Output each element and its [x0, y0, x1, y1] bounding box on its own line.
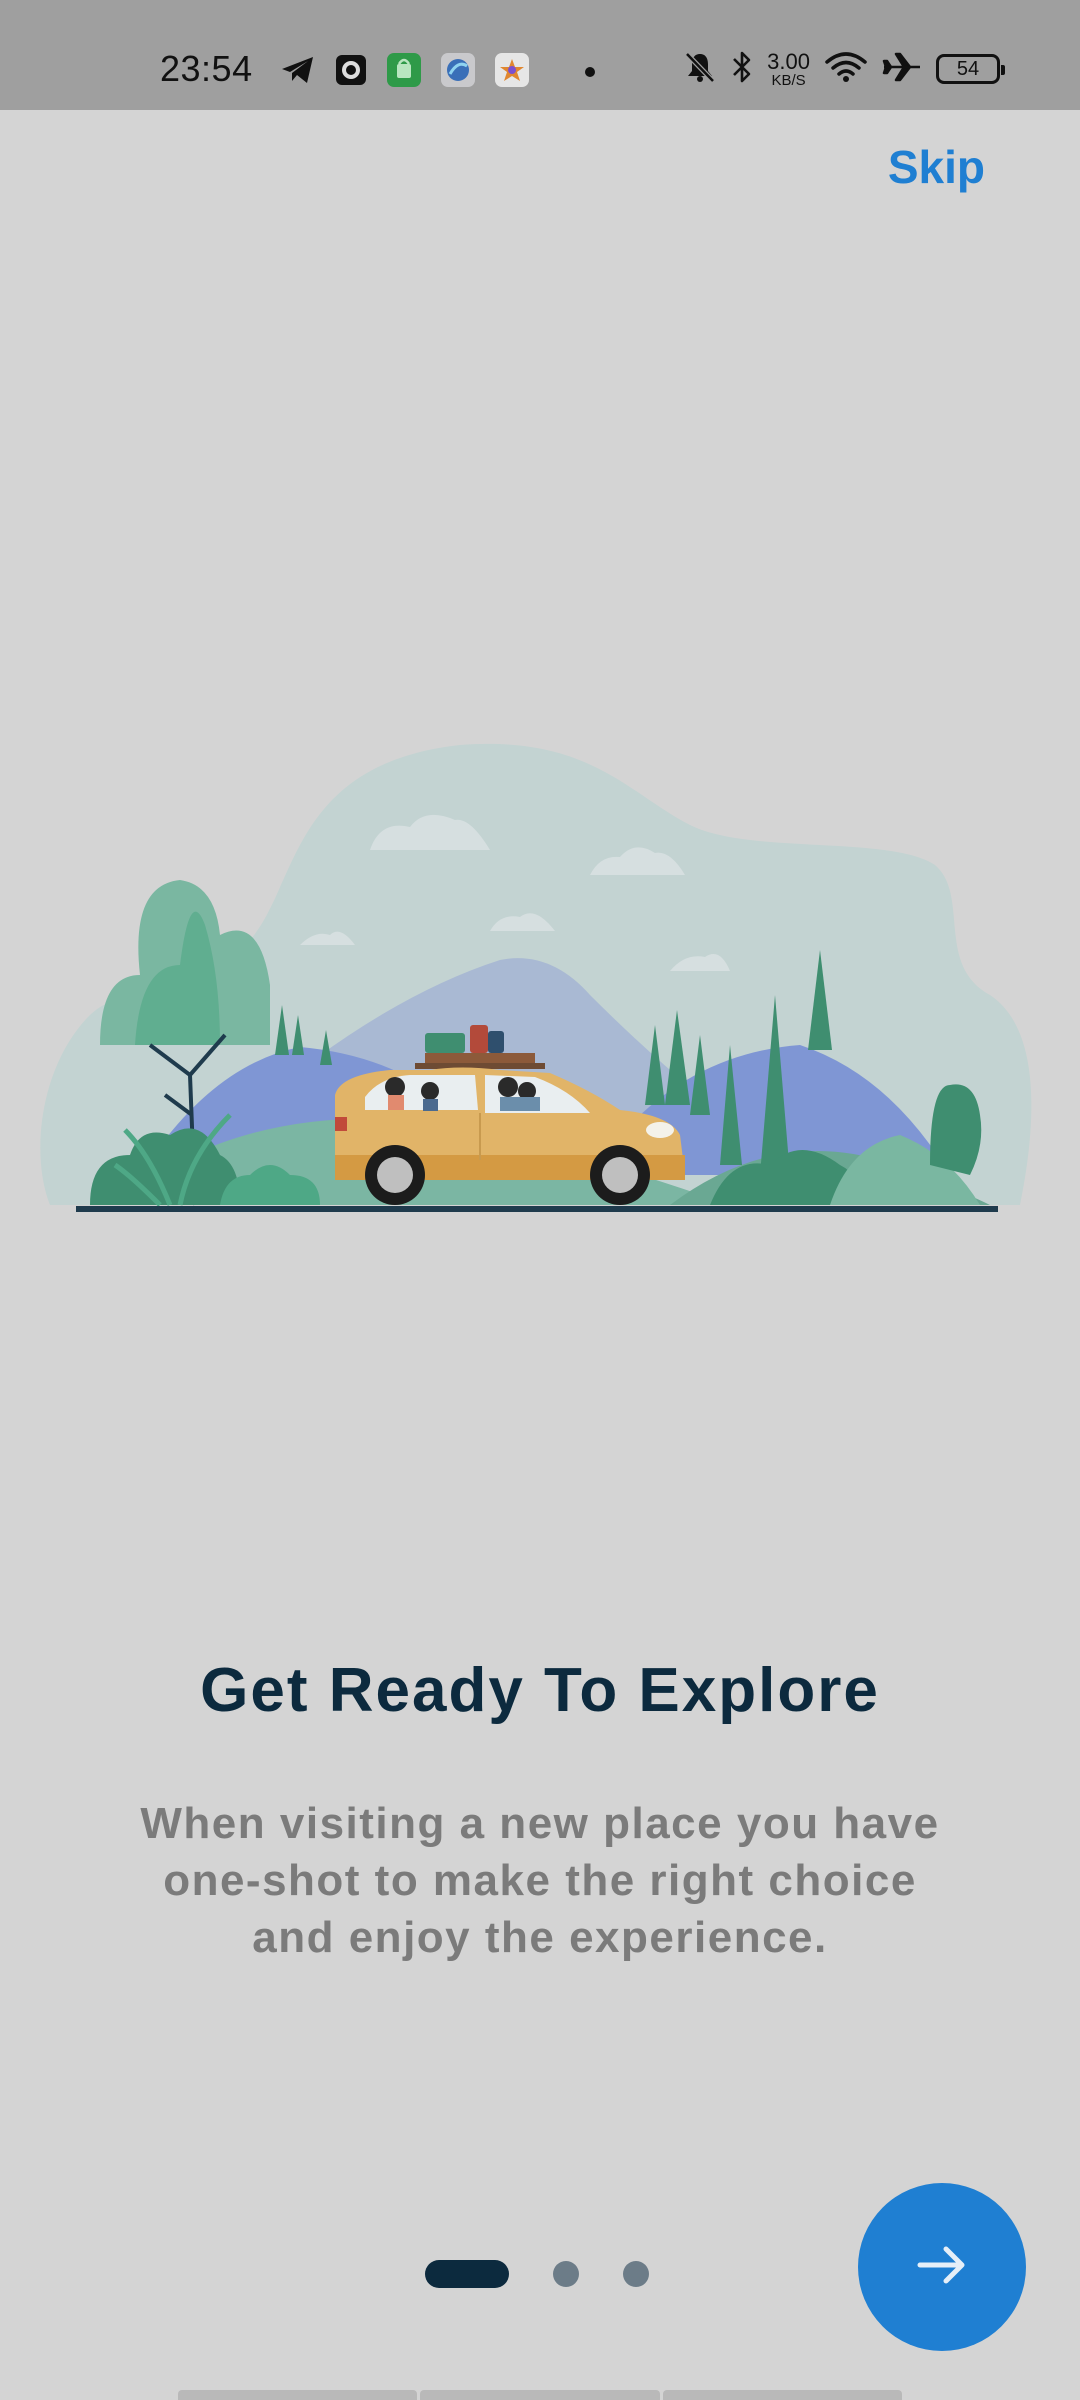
- description-line: one-shot to make the right choice: [163, 1856, 917, 1905]
- network-speed: 3.00 KB/S: [767, 48, 810, 89]
- status-time: 23:54: [160, 48, 253, 89]
- road-trip-illustration: [40, 743, 1032, 1212]
- onboarding-title: Get Ready To Explore: [200, 1656, 880, 1725]
- page-dot[interactable]: [623, 2261, 649, 2287]
- network-speed-value: 3.00: [767, 48, 810, 74]
- page-dot[interactable]: [553, 2261, 579, 2287]
- page-indicator: [425, 2260, 649, 2288]
- network-speed-unit: KB/S: [771, 71, 806, 89]
- onboarding-description: When visiting a new place you have one-s…: [100, 1795, 980, 1966]
- gesture-segment: [420, 2390, 660, 2400]
- notification-icons: [280, 52, 596, 92]
- next-button[interactable]: [858, 2183, 1026, 2351]
- description-line: and enjoy the experience.: [252, 1913, 828, 1962]
- page-dot-active[interactable]: [425, 2260, 509, 2288]
- status-bar: 23:54 3.00 KB/S 54: [0, 0, 1080, 110]
- camera-record-icon: [334, 53, 368, 91]
- airplane-icon: [882, 50, 922, 88]
- description-line: When visiting a new place you have: [140, 1799, 940, 1848]
- skip-button[interactable]: Skip: [888, 140, 985, 194]
- blue-app-icon: [440, 52, 476, 92]
- gesture-segment: [662, 2390, 902, 2400]
- dot-indicator-icon: [584, 63, 596, 82]
- system-icons: 3.00 KB/S 54: [683, 48, 1005, 89]
- mute-icon: [683, 50, 717, 88]
- wifi-icon: [824, 50, 868, 88]
- bluetooth-icon: [731, 50, 753, 88]
- battery-indicator: 54: [936, 54, 1005, 84]
- gesture-navigation-bar[interactable]: [178, 2390, 902, 2400]
- star-app-icon: [494, 52, 530, 92]
- arrow-right-icon: [912, 2235, 972, 2299]
- gesture-segment: [178, 2390, 418, 2400]
- shopping-bag-icon: [386, 52, 422, 92]
- telegram-icon: [280, 55, 316, 89]
